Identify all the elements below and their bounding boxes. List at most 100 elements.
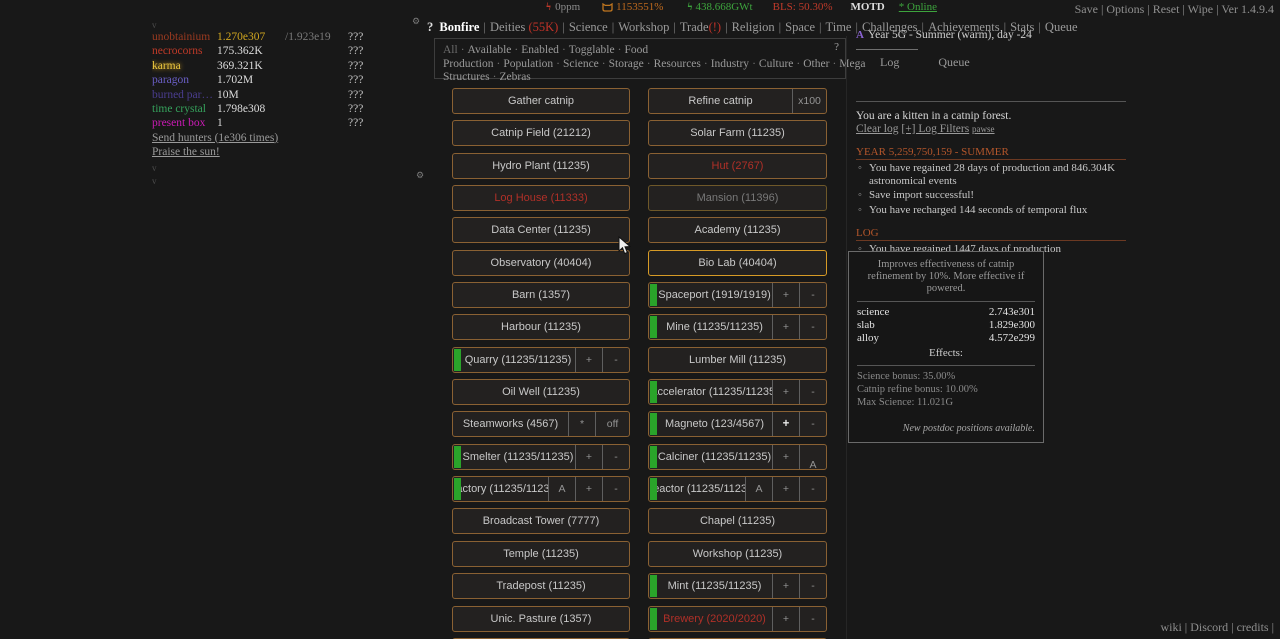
button-temple[interactable]: Temple (11235) — [452, 541, 630, 567]
sub-button-blank[interactable]: + — [772, 574, 799, 598]
collapse-section-icon[interactable]: v — [152, 163, 392, 173]
button-brewery[interactable]: Brewery (2020/2020)+- — [648, 606, 827, 632]
tab-workshop[interactable]: Workshop — [618, 20, 669, 34]
button-calciner[interactable]: Calciner (11235/11235)+A — [648, 444, 827, 470]
button-mansion[interactable]: Mansion (11396) — [648, 185, 827, 211]
sub-button-blank[interactable]: - — [799, 607, 826, 631]
button-chapel[interactable]: Chapel (11235) — [648, 508, 827, 534]
sub-button-blank[interactable]: - — [602, 477, 629, 501]
button-refine-catnip[interactable]: Refine catnipx100 — [648, 88, 827, 114]
button-mine[interactable]: Mine (11235/11235)+- — [648, 314, 827, 340]
filter-science[interactable]: Science — [563, 58, 599, 70]
credits-link[interactable]: credits — [1237, 620, 1269, 634]
button-broadcast-tower[interactable]: Broadcast Tower (7777) — [452, 508, 630, 534]
button-bio-lab[interactable]: Bio Lab (40404) — [648, 250, 827, 276]
gear-icon[interactable]: ⚙ — [416, 170, 424, 181]
filter-togglable[interactable]: Togglable — [569, 44, 615, 56]
pawse-link[interactable]: pawse — [972, 124, 995, 134]
filter-enabled[interactable]: Enabled — [521, 44, 559, 56]
sub-button-blank[interactable]: - — [799, 574, 826, 598]
calendar-icon[interactable]: A — [856, 29, 864, 41]
sub-button-blank[interactable]: + — [772, 283, 799, 307]
button-log-house[interactable]: Log House (11333) — [452, 185, 630, 211]
queue-tab[interactable]: Queue — [938, 55, 969, 69]
tab-trade[interactable]: Trade(!) — [680, 20, 721, 34]
button-factory[interactable]: Factory (11235/11235)A+- — [452, 476, 630, 502]
tab-deities[interactable]: Deities (55K) — [490, 20, 558, 34]
save-link[interactable]: Save — [1075, 2, 1098, 16]
filter-resources[interactable]: Resources — [654, 58, 701, 70]
sub-button-a[interactable]: A — [548, 477, 575, 501]
sub-button-blank[interactable]: * — [568, 412, 595, 436]
filter-zebras[interactable]: Zebras — [499, 71, 530, 83]
filter-available[interactable]: Available — [468, 44, 512, 56]
filter-storage[interactable]: Storage — [609, 58, 644, 70]
button-spaceport[interactable]: Spaceport (1919/1919)+- — [648, 282, 827, 308]
log-tab[interactable]: Log — [880, 55, 899, 69]
button-unic-pasture[interactable]: Unic. Pasture (1357) — [452, 606, 630, 632]
send-hunters-link[interactable]: Send hunters (1e306 times) — [152, 131, 392, 145]
motd-link[interactable]: MOTD — [851, 1, 885, 13]
tab-religion[interactable]: Religion — [732, 20, 775, 34]
sub-button-blank[interactable]: + — [575, 348, 602, 372]
tab-bonfire[interactable]: Bonfire — [439, 20, 479, 34]
button-catnip-field[interactable]: Catnip Field (21212) — [452, 120, 630, 146]
sub-button-blank[interactable]: - — [799, 477, 826, 501]
button-tradepost[interactable]: Tradepost (11235) — [452, 573, 630, 599]
sub-button-blank[interactable]: + — [575, 445, 602, 469]
button-quarry[interactable]: Quarry (11235/11235)+- — [452, 347, 630, 373]
sub-button-blank[interactable]: - — [602, 445, 629, 469]
sub-button-blank[interactable]: + — [772, 315, 799, 339]
button-hydro-plant[interactable]: Hydro Plant (11235) — [452, 153, 630, 179]
sub-button-blank[interactable]: + — [772, 412, 799, 436]
button-harbour[interactable]: Harbour (11235) — [452, 314, 630, 340]
filter-population[interactable]: Population — [503, 58, 553, 70]
reset-link[interactable]: Reset — [1153, 2, 1180, 16]
wipe-link[interactable]: Wipe — [1188, 2, 1214, 16]
sub-button-blank[interactable]: - — [799, 380, 826, 404]
button-solar-farm[interactable]: Solar Farm (11235) — [648, 120, 827, 146]
sub-button-blank[interactable]: - — [799, 283, 826, 307]
button-lumber-mill[interactable]: Lumber Mill (11235) — [648, 347, 827, 373]
sub-button-a[interactable]: A — [799, 445, 826, 469]
button-reactor[interactable]: Reactor (11235/11235)A+- — [648, 476, 827, 502]
help-icon[interactable]: ? — [427, 20, 433, 34]
button-data-center[interactable]: Data Center (11235) — [452, 217, 630, 243]
button-mint[interactable]: Mint (11235/11235)+- — [648, 573, 827, 599]
wiki-link[interactable]: wiki — [1160, 620, 1181, 634]
sub-button-x100[interactable]: x100 — [792, 89, 826, 113]
button-accelerator[interactable]: Accelerator (11235/11235)+- — [648, 379, 827, 405]
sub-button-blank[interactable]: + — [575, 477, 602, 501]
button-steamworks[interactable]: Steamworks (4567)*off — [452, 411, 630, 437]
tab-science[interactable]: Science — [569, 20, 608, 34]
button-academy[interactable]: Academy (11235) — [648, 217, 827, 243]
filter-industry[interactable]: Industry — [711, 58, 749, 70]
filter-all[interactable]: All — [443, 44, 458, 56]
filter-other[interactable]: Other — [803, 58, 829, 70]
button-observatory[interactable]: Observatory (40404) — [452, 250, 630, 276]
button-magneto[interactable]: Magneto (123/4567)+- — [648, 411, 827, 437]
online-link[interactable]: * Online — [899, 1, 937, 13]
sub-button-blank[interactable]: - — [799, 412, 826, 436]
button-gather-catnip[interactable]: Gather catnip — [452, 88, 630, 114]
options-link[interactable]: Options — [1106, 2, 1144, 16]
button-hut[interactable]: Hut (2767) — [648, 153, 827, 179]
button-smelter[interactable]: Smelter (11235/11235)+- — [452, 444, 630, 470]
filter-culture[interactable]: Culture — [759, 58, 794, 70]
sub-button-a[interactable]: A — [745, 477, 772, 501]
collapse-section-icon[interactable]: v — [152, 176, 392, 186]
button-workshop[interactable]: Workshop (11235) — [648, 541, 827, 567]
sub-button-blank[interactable]: + — [772, 477, 799, 501]
button-oil-well[interactable]: Oil Well (11235) — [452, 379, 630, 405]
filters-help-icon[interactable]: ? — [834, 41, 839, 55]
log-filters-link[interactable]: [+] Log Filters — [901, 123, 969, 135]
sub-button-blank[interactable]: + — [772, 380, 799, 404]
sub-button-blank[interactable]: + — [772, 445, 799, 469]
gear-icon[interactable]: ⚙ — [412, 16, 420, 27]
sub-button-blank[interactable]: - — [799, 315, 826, 339]
clear-log-link[interactable]: Clear log — [856, 123, 898, 135]
tab-space[interactable]: Space — [785, 20, 815, 34]
praise-the-sun-link[interactable]: Praise the sun! — [152, 145, 392, 159]
button-barn[interactable]: Barn (1357) — [452, 282, 630, 308]
tab-time[interactable]: Time — [826, 20, 852, 34]
